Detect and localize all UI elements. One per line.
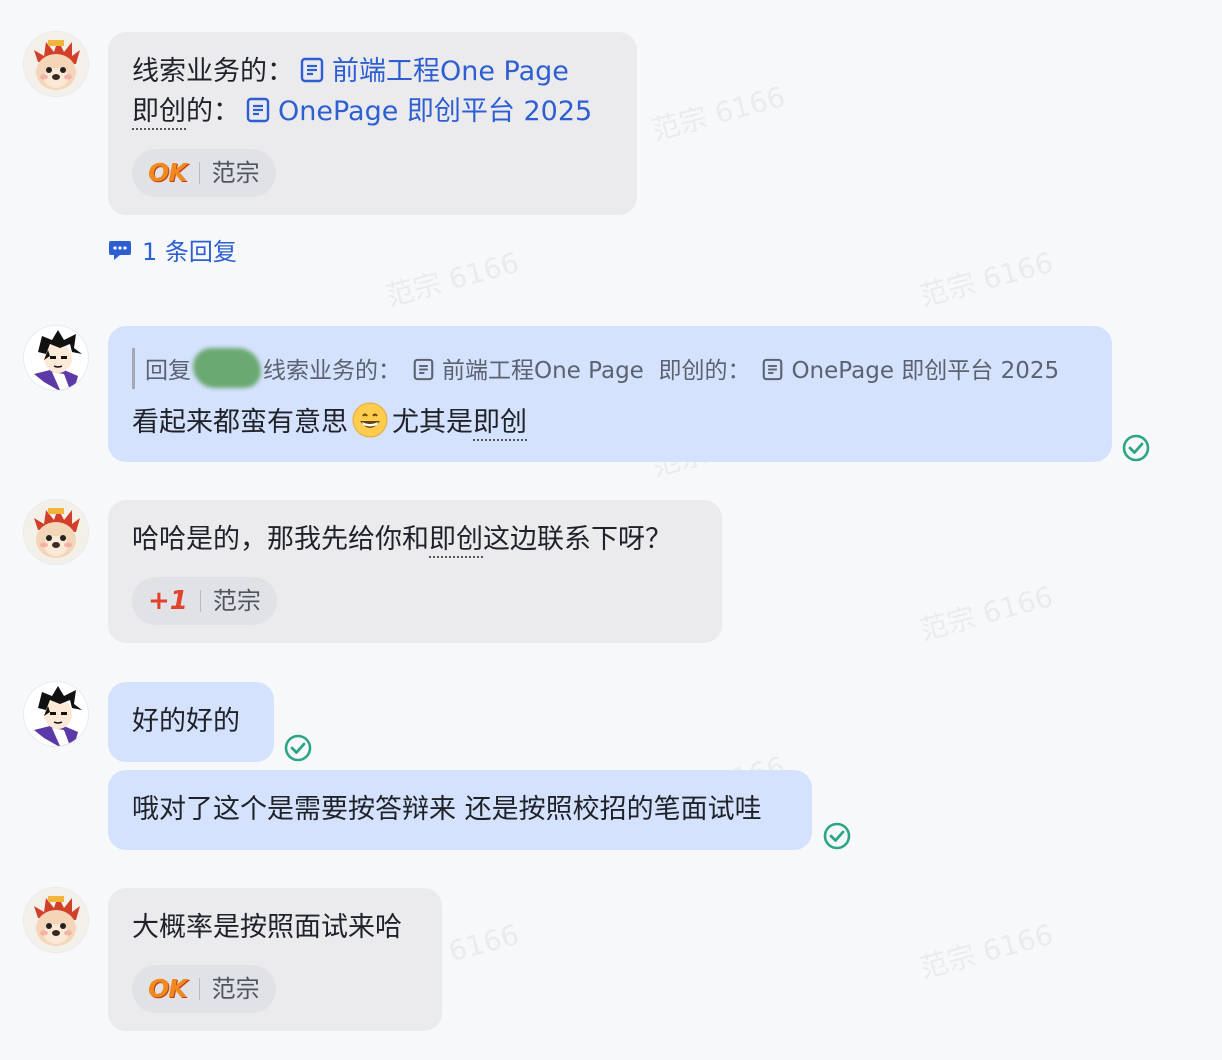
divider xyxy=(198,978,200,1000)
message-bubble[interactable]: 哦对了这个是需要按答辩来 还是按照校招的笔面试哇 xyxy=(108,770,812,850)
read-check-icon xyxy=(1122,434,1150,462)
message-text: 线索业务的： xyxy=(132,56,294,87)
reaction-chip[interactable]: +1 范宗 xyxy=(132,577,277,625)
redacted-name xyxy=(193,348,261,388)
document-icon xyxy=(246,97,270,123)
message-line: 哈哈是的，那我先给你和即创这边联系下呀？ xyxy=(132,520,672,560)
quote-doc-title: OnePage 即创平台 2025 xyxy=(791,358,1060,384)
message-text: 大概率是按照面试来哈 xyxy=(132,912,402,943)
keyword-highlight[interactable]: 即创 xyxy=(132,96,186,130)
avatar-anime-boy[interactable] xyxy=(24,326,88,390)
message-text: 的： xyxy=(186,96,240,127)
message-bubble[interactable]: 线索业务的： 前端工程One Page 即创的： OnePage 即创平台 2025… xyxy=(108,32,637,215)
ok-emoji-icon: OK xyxy=(148,974,188,1003)
message-bubble[interactable]: 哈哈是的，那我先给你和即创这边联系下呀？ +1 范宗 xyxy=(108,500,722,643)
message-text: 尤其是 xyxy=(392,407,473,438)
message-line: 好的好的 xyxy=(132,702,240,742)
message-line: 线索业务的： 前端工程One Page xyxy=(132,52,569,92)
ok-emoji-icon: OK xyxy=(148,158,188,187)
message-line: 大概率是按照面试来哈 xyxy=(132,908,402,948)
document-icon xyxy=(300,57,324,83)
comment-icon xyxy=(109,240,131,260)
doc-link-title: 前端工程One Page xyxy=(332,56,569,87)
message-bubble[interactable]: 大概率是按照面试来哈 OK 范宗 xyxy=(108,888,442,1031)
watermark: 范宗 6166 xyxy=(382,245,523,314)
message-line: 即创的： OnePage 即创平台 2025 xyxy=(132,92,592,132)
message-text: 看起来都蛮有意思 xyxy=(132,407,348,438)
document-icon xyxy=(763,358,783,381)
quote-text: 即创的： xyxy=(658,358,751,384)
watermark: 范宗 6166 xyxy=(648,79,789,148)
doc-link[interactable]: 前端工程One Page xyxy=(294,56,569,87)
quote-text: 线索业务的： xyxy=(263,358,401,384)
divider xyxy=(199,590,201,612)
plus-one-emoji-icon: +1 xyxy=(148,586,188,616)
reaction-user: 范宗 xyxy=(211,975,260,1003)
avatar-hedgehog[interactable] xyxy=(24,888,88,952)
doc-link[interactable]: OnePage 即创平台 2025 xyxy=(240,96,592,127)
reaction-user: 范宗 xyxy=(211,159,260,187)
watermark: 范宗 6166 xyxy=(916,579,1057,648)
watermark: 范宗 6166 xyxy=(916,917,1057,986)
reaction-chip[interactable]: OK 范宗 xyxy=(132,149,276,197)
thread-replies-link[interactable]: 1 条回复 xyxy=(108,232,237,267)
quote-doc-title: 前端工程One Page xyxy=(442,358,644,384)
message-bubble[interactable]: 好的好的 xyxy=(108,682,274,762)
keyword-highlight[interactable]: 即创 xyxy=(429,524,483,558)
read-check-icon xyxy=(284,734,312,762)
reply-label: 回复 xyxy=(145,358,191,384)
thread-replies-label: 1 条回复 xyxy=(142,238,237,266)
document-icon xyxy=(413,358,434,381)
keyword-highlight[interactable]: 即创 xyxy=(473,407,527,441)
message-text: 这边联系下呀？ xyxy=(483,524,672,555)
avatar-anime-boy[interactable] xyxy=(24,682,88,746)
divider xyxy=(198,162,200,184)
avatar-hedgehog[interactable] xyxy=(24,500,88,564)
message-text: 好的好的 xyxy=(132,706,240,737)
reply-quote[interactable]: 回复 线索业务的： 前端工程One Page 即创的： OnePage 即创平台 20… xyxy=(132,348,1059,389)
reaction-chip[interactable]: OK 范宗 xyxy=(132,965,276,1013)
message-line: 哦对了这个是需要按答辩来 还是按照校招的笔面试哇 xyxy=(132,790,762,830)
message-bubble[interactable]: 回复 线索业务的： 前端工程One Page 即创的： OnePage 即创平台 20… xyxy=(108,326,1112,462)
avatar-hedgehog[interactable] xyxy=(24,32,88,96)
read-check-icon xyxy=(823,822,851,850)
watermark: 范宗 6166 xyxy=(916,245,1057,314)
message-line: 看起来都蛮有意思 尤其是即创 xyxy=(132,402,527,443)
reaction-user: 范宗 xyxy=(212,587,261,615)
message-text: 哦对了这个是需要按答辩来 还是按照校招的笔面试哇 xyxy=(132,794,762,825)
message-text: 哈哈是的，那我先给你和 xyxy=(132,524,429,555)
grinning-emoji-icon xyxy=(352,402,388,438)
doc-link-title: OnePage 即创平台 2025 xyxy=(278,96,593,127)
